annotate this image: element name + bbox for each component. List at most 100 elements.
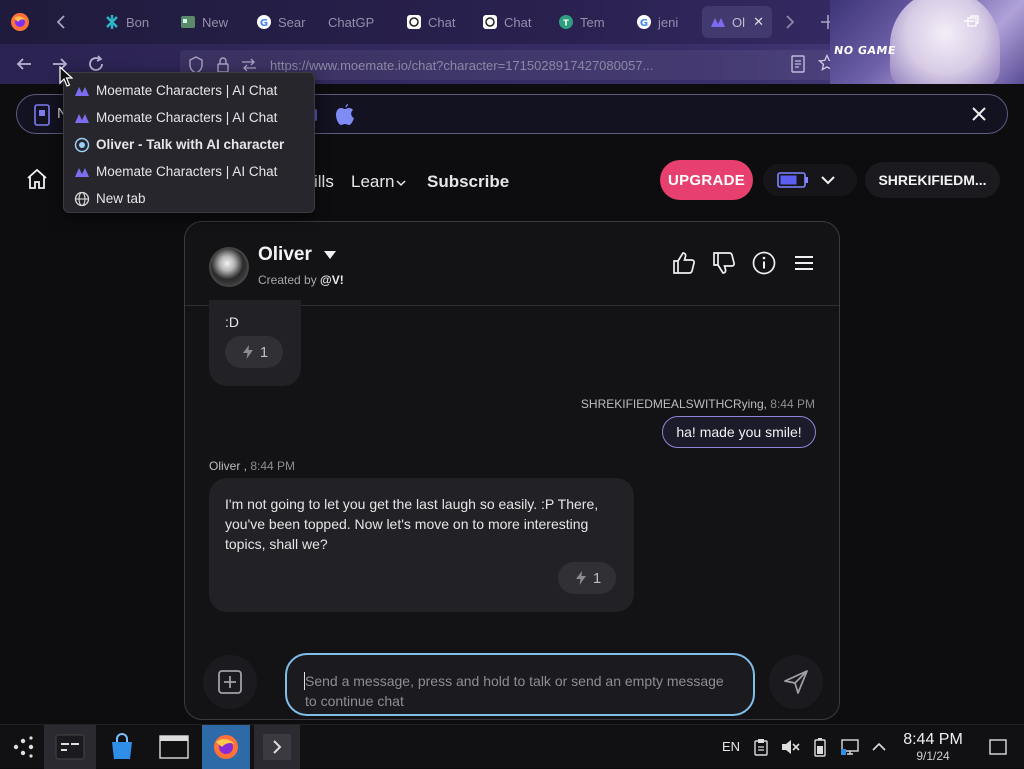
clock-date: 9/1/24 bbox=[916, 749, 950, 763]
template-icon: T bbox=[558, 14, 574, 30]
hamburger-menu-icon[interactable] bbox=[791, 250, 817, 276]
chat-panel: Oliver Created by @V! :D 1 SHREKIFIEDMEA… bbox=[184, 221, 840, 720]
theme-logo-text: NO GAME bbox=[833, 44, 897, 57]
home-icon[interactable] bbox=[26, 168, 48, 190]
clipboard-icon[interactable] bbox=[750, 725, 772, 769]
user-menu-button[interactable]: SHREKIFIEDM... bbox=[865, 162, 1000, 198]
history-item-current[interactable]: Oliver - Talk with AI character bbox=[64, 131, 314, 158]
anime-character-art bbox=[890, 0, 1000, 84]
history-item[interactable]: Moemate Characters | AI Chat bbox=[64, 77, 314, 104]
openai-icon bbox=[482, 14, 498, 30]
tab-label: Chat bbox=[428, 14, 456, 30]
browser-tab[interactable]: Chat bbox=[398, 6, 468, 38]
close-tab-icon[interactable]: ✕ bbox=[753, 14, 764, 30]
firefox-taskbar-icon[interactable] bbox=[202, 725, 250, 769]
history-item-label: Moemate Characters | AI Chat bbox=[96, 110, 278, 125]
history-item[interactable]: New tab bbox=[64, 185, 314, 212]
console-app-icon[interactable] bbox=[254, 725, 300, 769]
tray-expand-chevron-icon[interactable] bbox=[868, 725, 890, 769]
puzzle-icon bbox=[104, 14, 120, 30]
nav-learn-link[interactable]: Learn bbox=[351, 172, 407, 192]
firefox-menu-icon[interactable] bbox=[10, 12, 30, 32]
thumbs-down-icon[interactable] bbox=[711, 250, 737, 276]
sender-name: SHREKIFIEDMEALSWITHCRying, bbox=[580, 397, 767, 411]
nav-skills-link[interactable]: ills bbox=[314, 172, 334, 192]
apple-icon[interactable] bbox=[334, 103, 356, 127]
character-avatar[interactable] bbox=[209, 247, 249, 287]
reaction-count: 1 bbox=[259, 343, 269, 361]
message-bubble-bot: I'm not going to let you get the last la… bbox=[209, 478, 634, 612]
mouse-cursor-icon bbox=[59, 66, 73, 88]
history-item[interactable]: Moemate Characters | AI Chat bbox=[64, 158, 314, 185]
browser-tab[interactable]: Bon bbox=[96, 6, 166, 38]
network-icon[interactable] bbox=[838, 725, 864, 769]
history-item-label: Moemate Characters | AI Chat bbox=[96, 83, 278, 98]
task-manager-icon[interactable] bbox=[44, 725, 96, 769]
character-name-dropdown[interactable]: Oliver bbox=[258, 244, 337, 266]
volume-muted-icon[interactable] bbox=[778, 725, 802, 769]
taskbar: EN 8:44 PM 9/1/24 bbox=[0, 724, 1024, 769]
add-attachment-button[interactable] bbox=[203, 655, 257, 709]
message-input[interactable]: Send a message, press and hold to talk o… bbox=[285, 653, 755, 716]
browser-tab-active[interactable]: Ol ✕ bbox=[702, 6, 772, 38]
taskbar-clock[interactable]: 8:44 PM 9/1/24 bbox=[898, 731, 968, 763]
svg-text:G: G bbox=[640, 18, 648, 29]
scroll-tabs-right-icon[interactable] bbox=[782, 12, 798, 32]
nav-subscribe-link[interactable]: Subscribe bbox=[427, 172, 509, 192]
browser-tab[interactable]: T Tem bbox=[550, 6, 624, 38]
chevron-down-icon bbox=[821, 174, 835, 186]
message-text: I'm not going to let you get the last la… bbox=[225, 496, 599, 552]
tab-label: jeni bbox=[658, 14, 679, 30]
caret-down-icon bbox=[324, 250, 337, 259]
browser-tab[interactable]: G Sear bbox=[248, 6, 318, 38]
chat-header: Oliver Created by @V! bbox=[185, 222, 839, 306]
reaction-button[interactable]: 1 bbox=[558, 562, 616, 594]
history-item[interactable]: Moemate Characters | AI Chat bbox=[64, 104, 314, 131]
svg-text:G: G bbox=[260, 18, 268, 29]
message-bubble-user: ha! made you smile! bbox=[662, 416, 816, 448]
character-name: Oliver bbox=[258, 244, 312, 265]
back-arrow-icon[interactable] bbox=[14, 54, 34, 74]
reaction-button[interactable]: 1 bbox=[225, 336, 283, 368]
upgrade-button[interactable]: UPGRADE bbox=[660, 160, 753, 200]
send-button[interactable] bbox=[769, 655, 823, 709]
sender-name: Oliver , bbox=[209, 459, 248, 473]
app-launcher-icon[interactable] bbox=[4, 725, 44, 769]
show-desktop-icon[interactable] bbox=[984, 725, 1012, 769]
created-by-line: Created by @V! bbox=[258, 273, 344, 287]
browser-tab[interactable]: New bbox=[172, 6, 244, 38]
restore-window-icon[interactable] bbox=[966, 14, 980, 28]
tab-label: Ol bbox=[732, 14, 745, 30]
battery-tray-icon[interactable] bbox=[810, 725, 830, 769]
tab-label: Bon bbox=[126, 14, 150, 30]
thumbs-up-icon[interactable] bbox=[671, 250, 697, 276]
history-dropdown: Moemate Characters | AI Chat Moemate Cha… bbox=[63, 72, 315, 213]
info-icon[interactable] bbox=[751, 250, 777, 276]
close-banner-icon[interactable] bbox=[970, 105, 988, 123]
reload-icon[interactable] bbox=[86, 54, 106, 74]
keyboard-language[interactable]: EN bbox=[722, 739, 740, 754]
permissions-icon[interactable] bbox=[240, 57, 258, 73]
openai-icon bbox=[406, 14, 422, 30]
svg-text:T: T bbox=[563, 19, 569, 28]
message-time: 8:44 PM bbox=[770, 397, 815, 411]
store-icon[interactable] bbox=[100, 725, 144, 769]
message-meta-bot: Oliver , 8:44 PM bbox=[209, 459, 295, 473]
tab-label: Tem bbox=[580, 14, 605, 30]
terminal-window-icon[interactable] bbox=[152, 725, 196, 769]
google-icon: G bbox=[636, 14, 652, 30]
scroll-tabs-left-icon[interactable] bbox=[52, 12, 70, 32]
lightning-icon bbox=[242, 345, 253, 359]
history-item-label: New tab bbox=[96, 191, 146, 206]
energy-dropdown[interactable] bbox=[763, 164, 857, 196]
browser-tab[interactable]: G jeni bbox=[628, 6, 698, 38]
tab-label: Chat bbox=[504, 14, 532, 30]
moemate-icon bbox=[75, 113, 89, 123]
creator-link[interactable]: @V! bbox=[320, 273, 344, 287]
moemate-icon bbox=[75, 86, 89, 96]
reader-mode-icon[interactable] bbox=[790, 55, 806, 73]
chevron-down-icon bbox=[396, 179, 407, 186]
browser-tab[interactable]: ChatGP bbox=[322, 6, 392, 38]
browser-tab[interactable]: Chat bbox=[474, 6, 544, 38]
history-item-label: Oliver - Talk with AI character bbox=[96, 137, 285, 152]
